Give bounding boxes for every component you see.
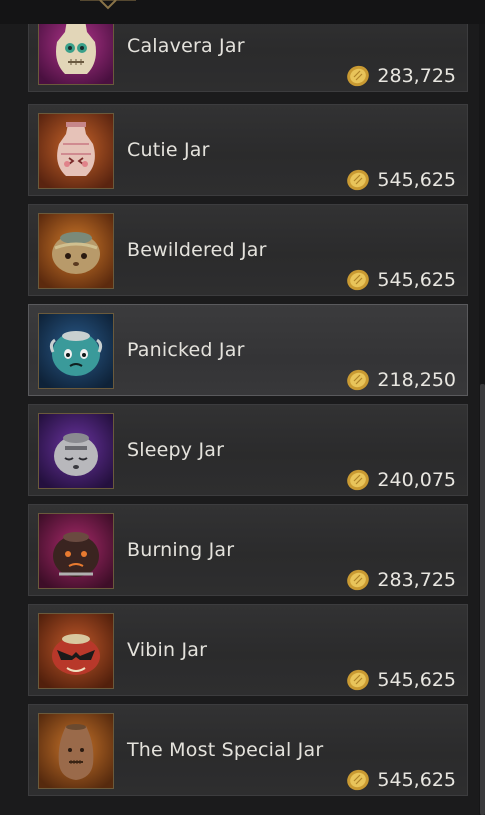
item-price: 283,725 xyxy=(377,65,456,87)
shop-item-vibin-jar[interactable]: Vibin Jar 545,625 xyxy=(28,604,468,696)
shop-item-panicked-jar[interactable]: Panicked Jar 218,250 xyxy=(28,304,468,396)
gold-coin-icon xyxy=(347,469,370,491)
item-name: Bewildered Jar xyxy=(127,239,267,261)
item-name: Cutie Jar xyxy=(127,139,210,161)
top-bar xyxy=(0,0,485,24)
panicked-jar-icon xyxy=(38,313,114,389)
item-name: The Most Special Jar xyxy=(127,739,324,761)
cutie-jar-icon xyxy=(38,113,114,189)
gold-coin-icon xyxy=(347,269,370,291)
shop-item-calavera-jar[interactable]: Calavera Jar 283,725 xyxy=(28,24,468,92)
shop-item-cutie-jar[interactable]: Cutie Jar 545,625 xyxy=(28,104,468,196)
most-special-jar-icon xyxy=(38,713,114,789)
item-price: 218,250 xyxy=(377,369,456,391)
item-name: Vibin Jar xyxy=(127,639,208,661)
item-price: 545,625 xyxy=(377,269,456,291)
ornament-icon xyxy=(80,0,136,10)
item-price: 545,625 xyxy=(377,769,456,791)
shop-item-bewildered-jar[interactable]: Bewildered Jar 545,625 xyxy=(28,204,468,296)
item-name: Sleepy Jar xyxy=(127,439,225,461)
vibin-jar-icon xyxy=(38,613,114,689)
item-name: Panicked Jar xyxy=(127,339,245,361)
bewildered-jar-icon xyxy=(38,213,114,289)
shop-item-list: Calavera Jar 283,725 Cutie Jar 545,625 B… xyxy=(28,24,468,815)
gold-coin-icon xyxy=(347,369,370,391)
gold-coin-icon xyxy=(347,769,370,791)
gold-coin-icon xyxy=(347,65,370,87)
item-price: 240,075 xyxy=(377,469,456,491)
item-price: 545,625 xyxy=(377,669,456,691)
scrollbar-thumb[interactable] xyxy=(480,384,485,815)
sleepy-jar-icon xyxy=(38,413,114,489)
shop-item-sleepy-jar[interactable]: Sleepy Jar 240,075 xyxy=(28,404,468,496)
gold-coin-icon xyxy=(347,669,370,691)
shop-item-most-special-jar[interactable]: The Most Special Jar 545,625 xyxy=(28,704,468,796)
burning-jar-icon xyxy=(38,513,114,589)
calavera-jar-icon xyxy=(38,24,114,85)
item-price: 283,725 xyxy=(377,569,456,591)
item-name: Calavera Jar xyxy=(127,35,245,57)
item-name: Burning Jar xyxy=(127,539,235,561)
shop-item-burning-jar[interactable]: Burning Jar 283,725 xyxy=(28,504,468,596)
list-scrollbar[interactable] xyxy=(479,24,485,815)
gold-coin-icon xyxy=(347,569,370,591)
item-price: 545,625 xyxy=(377,169,456,191)
gold-coin-icon xyxy=(347,169,370,191)
